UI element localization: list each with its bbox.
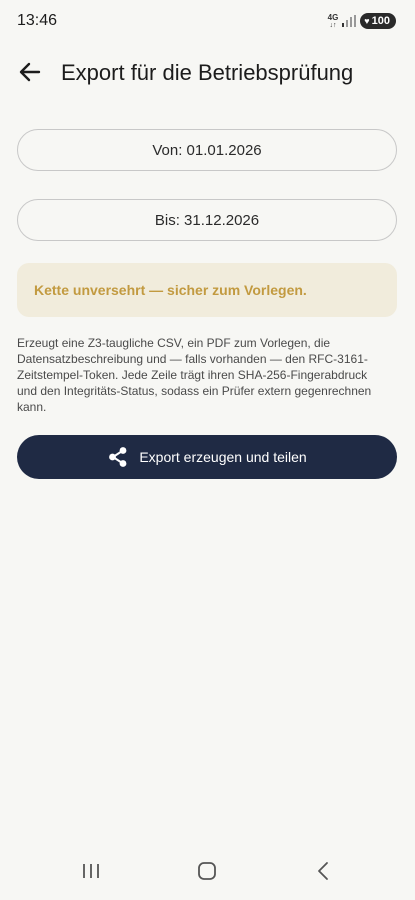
export-share-button[interactable]: Export erzeugen und teilen (17, 435, 397, 479)
home-button[interactable] (187, 860, 227, 886)
chain-status-text: Kette unversehrt — sicher zum Vorlegen. (34, 282, 307, 298)
status-time: 13:46 (17, 12, 58, 29)
system-nav-bar (0, 850, 415, 894)
arrow-back-icon (19, 62, 41, 87)
battery-indicator: ♥ 100 (360, 13, 396, 29)
nav-back-button[interactable] (303, 860, 343, 886)
recents-icon (81, 862, 101, 885)
share-icon (107, 446, 129, 468)
back-button[interactable] (14, 58, 46, 90)
home-icon (197, 861, 217, 886)
nav-back-icon (316, 861, 330, 886)
recents-button[interactable] (71, 860, 111, 886)
to-date-label: Bis: 31.12.2026 (154, 211, 260, 229)
app-bar: Export für die Betriebsprüfung (0, 52, 415, 94)
battery-level: 100 (371, 15, 390, 27)
to-date-button[interactable]: Bis: 31.12.2026 (17, 199, 397, 241)
export-description: Erzeugt eine Z3-taugliche CSV, ein PDF z… (17, 336, 372, 414)
network-arrows: ↓↑ (329, 21, 337, 29)
battery-heart-icon: ♥ (364, 16, 370, 26)
status-bar: 13:46 4G ↓↑ ♥ 100 (0, 0, 415, 44)
status-icons: 4G ↓↑ ♥ 100 (328, 12, 396, 30)
export-button-label: Export erzeugen und teilen (139, 449, 307, 465)
signal-icon (342, 15, 357, 27)
network-icon: 4G ↓↑ (327, 12, 339, 29)
from-date-label: Von: 01.01.2026 (152, 141, 262, 159)
network-type: 4G (327, 12, 339, 22)
chain-status-banner: Kette unversehrt — sicher zum Vorlegen. (17, 263, 397, 317)
page-title: Export für die Betriebsprüfung (61, 60, 354, 85)
from-date-button[interactable]: Von: 01.01.2026 (17, 129, 397, 171)
